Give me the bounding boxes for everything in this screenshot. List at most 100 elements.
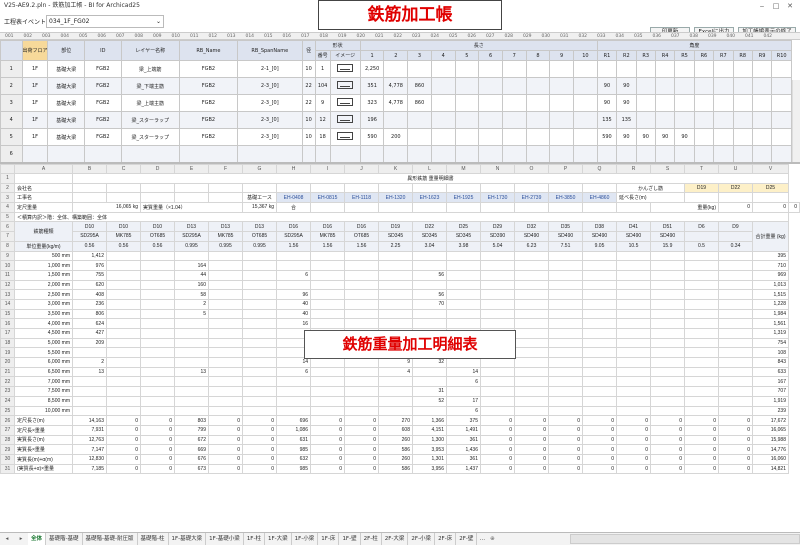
quantity-cell[interactable] bbox=[310, 260, 345, 271]
column-letter[interactable]: D bbox=[140, 164, 175, 174]
quantity-cell[interactable] bbox=[480, 260, 515, 271]
quantity-cell[interactable]: 624 bbox=[72, 318, 107, 329]
quantity-cell[interactable] bbox=[684, 328, 719, 339]
tab-sheet[interactable]: 1F-基礎小梁 bbox=[206, 533, 244, 545]
column-letter[interactable]: K bbox=[378, 164, 413, 174]
quantity-cell[interactable]: 0 bbox=[208, 453, 243, 465]
base-ace-code[interactable]: EH-1118 bbox=[344, 192, 379, 204]
quantity-cell[interactable]: 14 bbox=[276, 357, 311, 368]
quantity-cell[interactable]: 164 bbox=[174, 260, 209, 271]
quantity-cell[interactable]: 0 bbox=[616, 415, 651, 426]
quantity-cell[interactable]: 0 bbox=[140, 424, 175, 436]
header-col[interactable]: イメージ bbox=[329, 50, 361, 61]
quantity-cell[interactable] bbox=[582, 279, 617, 291]
grid-cell[interactable] bbox=[751, 60, 773, 78]
quantity-cell[interactable] bbox=[718, 328, 753, 339]
quantity-cell[interactable]: 236 bbox=[72, 298, 107, 310]
doc-title[interactable]: 異形鉄筋 重量明細書 bbox=[72, 173, 789, 184]
quantity-cell[interactable] bbox=[140, 357, 175, 368]
quantity-cell[interactable]: 160 bbox=[174, 279, 209, 291]
actual-weight-label[interactable]: 実質重量（×1.04） bbox=[140, 202, 243, 213]
quantity-cell[interactable] bbox=[106, 298, 141, 310]
row-number[interactable]: 26 bbox=[0, 415, 15, 426]
quantity-cell[interactable] bbox=[684, 260, 719, 271]
quantity-cell[interactable] bbox=[208, 250, 243, 262]
length-label[interactable]: 7,500 mm bbox=[14, 386, 73, 397]
length-label[interactable]: 1,000 mm bbox=[14, 260, 73, 271]
quantity-cell[interactable] bbox=[718, 347, 753, 359]
tab-sheet[interactable]: 2F-柱 bbox=[361, 533, 382, 545]
quantity-cell[interactable] bbox=[412, 366, 447, 378]
unit-weight[interactable]: 0.995 bbox=[208, 240, 243, 252]
grid-cell[interactable]: 104 bbox=[314, 77, 331, 95]
base-ace-code[interactable]: EH-3850 bbox=[548, 192, 583, 204]
grid-cell[interactable] bbox=[713, 145, 734, 163]
quantity-cell[interactable]: 0 bbox=[616, 453, 651, 465]
vertical-scrollbar[interactable] bbox=[792, 80, 800, 164]
quantity-cell[interactable] bbox=[446, 279, 481, 291]
grid-cell[interactable] bbox=[693, 60, 715, 78]
quantity-cell[interactable]: 0 bbox=[106, 415, 141, 426]
total-cell[interactable]: 710 bbox=[752, 260, 789, 271]
quantity-cell[interactable] bbox=[106, 328, 141, 339]
quantity-cell[interactable] bbox=[718, 269, 753, 281]
quantity-cell[interactable] bbox=[718, 395, 753, 407]
total-cell[interactable]: 1,515 bbox=[752, 289, 789, 300]
rebar-grade[interactable]: SD295A bbox=[72, 231, 107, 242]
quantity-cell[interactable] bbox=[140, 318, 175, 329]
sheet-cell[interactable] bbox=[174, 192, 209, 204]
total-cell[interactable]: 16,065 bbox=[752, 424, 789, 436]
grid-cell[interactable] bbox=[635, 145, 656, 163]
header-col[interactable]: R1 bbox=[596, 50, 618, 61]
rebar-type[interactable]: D10 bbox=[140, 221, 175, 233]
grid-cell[interactable]: 2-3_[0] bbox=[236, 77, 303, 95]
quantity-cell[interactable] bbox=[548, 318, 583, 329]
grid-cell[interactable] bbox=[454, 111, 480, 129]
quantity-cell[interactable] bbox=[242, 366, 277, 378]
grid-cell[interactable]: 860 bbox=[407, 94, 432, 112]
quantity-cell[interactable]: 0 bbox=[310, 453, 345, 465]
row-number[interactable]: 29 bbox=[0, 444, 15, 455]
grid-cell[interactable] bbox=[501, 145, 527, 163]
quantity-cell[interactable] bbox=[616, 337, 651, 349]
quantity-cell[interactable] bbox=[650, 366, 685, 378]
quantity-cell[interactable] bbox=[378, 289, 413, 300]
header-col[interactable]: 1 bbox=[359, 50, 385, 61]
quantity-cell[interactable]: 3,953 bbox=[412, 444, 447, 455]
total-cell[interactable]: 17,672 bbox=[752, 415, 789, 426]
grid-cell[interactable]: FGB2 bbox=[84, 77, 122, 95]
quantity-cell[interactable]: 70 bbox=[412, 298, 447, 310]
rebar-type[interactable]: D9 bbox=[718, 221, 753, 233]
quantity-cell[interactable] bbox=[208, 366, 243, 378]
quantity-cell[interactable]: 260 bbox=[378, 453, 413, 465]
header-floor[interactable]: 出荷フロア bbox=[21, 40, 49, 61]
row-number[interactable]: 11 bbox=[0, 269, 15, 281]
fixed-weight-value[interactable]: 16,065 kg bbox=[72, 202, 141, 213]
quantity-cell[interactable] bbox=[344, 376, 379, 388]
quantity-cell[interactable]: 0 bbox=[344, 444, 379, 455]
grid-cell[interactable]: 基礎大梁 bbox=[47, 77, 86, 95]
header-col[interactable]: 2 bbox=[383, 50, 409, 61]
quantity-cell[interactable] bbox=[140, 395, 175, 407]
quantity-cell[interactable] bbox=[616, 269, 651, 281]
grid-cell[interactable] bbox=[454, 60, 480, 78]
quantity-cell[interactable] bbox=[344, 289, 379, 300]
quantity-cell[interactable] bbox=[174, 318, 209, 329]
quantity-cell[interactable] bbox=[446, 260, 481, 271]
quantity-cell[interactable] bbox=[480, 269, 515, 281]
sheet-cell[interactable] bbox=[310, 182, 345, 194]
quantity-cell[interactable]: 0 bbox=[310, 463, 345, 475]
total-cell[interactable]: 15,988 bbox=[752, 434, 789, 446]
quantity-cell[interactable]: 40 bbox=[276, 298, 311, 310]
row-number[interactable]: 16 bbox=[0, 318, 15, 329]
header-col[interactable]: R2 bbox=[616, 50, 637, 61]
base-ace-code[interactable]: EH-1925 bbox=[446, 192, 481, 204]
total-cell[interactable]: 1,919 bbox=[752, 395, 789, 407]
grid-cell[interactable]: 基礎大梁 bbox=[47, 111, 86, 129]
row-number[interactable]: 14 bbox=[0, 298, 15, 310]
row-number[interactable]: 23 bbox=[0, 386, 15, 397]
grid-row[interactable]: 4 1F 基礎大梁 FGB2 梁_スターラップ FGB2 2-3_[0] 10 12 196 135… bbox=[0, 111, 792, 129]
quantity-cell[interactable]: 0 bbox=[106, 444, 141, 455]
unit-weight-label[interactable]: 単位重量(kg/m) bbox=[14, 240, 73, 252]
quantity-cell[interactable] bbox=[650, 347, 685, 359]
